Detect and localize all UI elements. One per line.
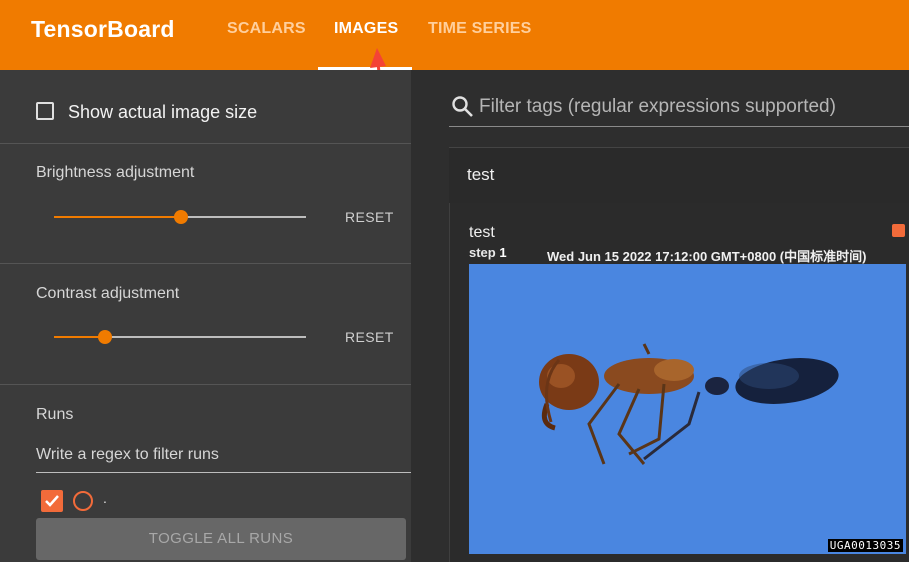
image-preview[interactable]: UGA0013035 — [469, 264, 906, 554]
runs-filter-placeholder: Write a regex to filter runs — [36, 446, 219, 463]
image-watermark: UGA0013035 — [827, 539, 903, 552]
brightness-slider-fill — [54, 216, 181, 218]
app-title: TensorBoard — [31, 16, 175, 42]
image-card-step: step 1 — [469, 245, 507, 260]
contrast-reset-button[interactable]: RESET — [345, 329, 394, 345]
tag-filter-input[interactable]: Filter tags (regular expressions support… — [449, 86, 909, 127]
contrast-slider-thumb[interactable] — [98, 330, 112, 344]
brightness-slider-thumb[interactable] — [174, 210, 188, 224]
show-actual-size-checkbox[interactable] — [36, 102, 54, 120]
divider — [0, 263, 411, 264]
step-value: 1 — [499, 245, 507, 260]
run-checkbox[interactable] — [41, 490, 63, 512]
tag-group-title: test — [467, 165, 495, 184]
tag-group-header[interactable]: test — [449, 147, 909, 204]
runs-filter-input[interactable]: Write a regex to filter runs — [36, 434, 411, 473]
divider — [0, 143, 411, 144]
contrast-title: Contrast adjustment — [36, 285, 180, 302]
step-label: step — [469, 245, 496, 260]
tab-images[interactable]: IMAGES — [334, 20, 398, 38]
run-name: . — [103, 490, 107, 506]
run-color-icon[interactable] — [73, 491, 93, 511]
brightness-title: Brightness adjustment — [36, 164, 195, 181]
checkmark-icon — [45, 495, 59, 507]
ant-image — [539, 343, 839, 465]
tab-time-series[interactable]: TIME SERIES — [428, 20, 532, 38]
image-card-timestamp: Wed Jun 15 2022 17:12:00 GMT+0800 (中国标准时… — [547, 249, 867, 264]
image-card-title: test — [469, 224, 495, 241]
search-icon — [452, 96, 473, 117]
brightness-reset-button[interactable]: RESET — [345, 209, 394, 225]
runs-title: Runs — [36, 406, 74, 423]
tag-filter-placeholder: Filter tags (regular expressions support… — [479, 96, 836, 117]
expand-icon[interactable] — [892, 224, 905, 237]
divider — [0, 384, 411, 385]
toggle-all-runs-button[interactable]: TOGGLE ALL RUNS — [36, 518, 406, 560]
show-actual-size-label: Show actual image size — [68, 102, 258, 122]
tab-scalars[interactable]: SCALARS — [227, 20, 306, 38]
